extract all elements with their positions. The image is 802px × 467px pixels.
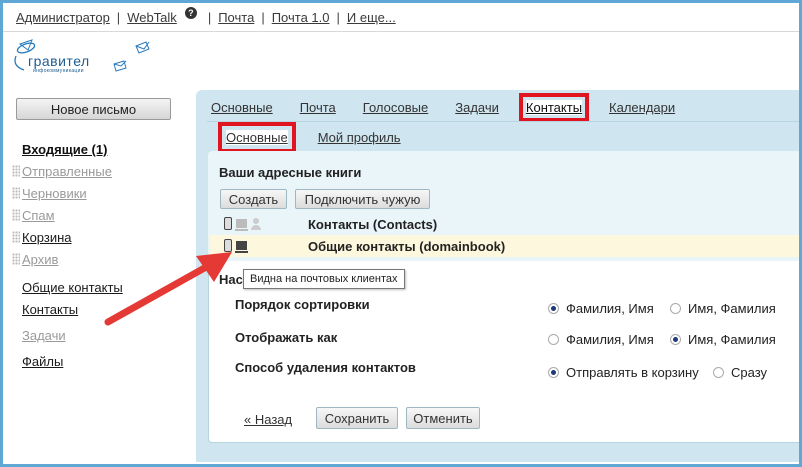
side-links: Общие контакты Контакты Задачи Файлы	[22, 280, 123, 376]
radio-label: Отправлять в корзину	[566, 365, 699, 380]
person-icon[interactable]	[251, 217, 261, 230]
tab-divider	[207, 121, 802, 122]
book-visibility-icons	[224, 239, 251, 253]
tab-general[interactable]: Основные	[211, 100, 273, 115]
book-visibility-icons	[224, 217, 261, 231]
folder-list: Входящие (1) Отправленные Черновики Спам…	[12, 138, 112, 270]
top-divider	[0, 31, 802, 32]
settings-title: Нас	[219, 272, 243, 287]
radio-label: Сразу	[731, 365, 768, 380]
side-link-shared-contacts[interactable]: Общие контакты	[22, 280, 123, 302]
phone-icon[interactable]	[224, 217, 232, 230]
tab-voice[interactable]: Голосовые	[363, 100, 428, 115]
folder-drafts[interactable]: Черновики	[12, 182, 112, 204]
computer-icon[interactable]	[235, 241, 248, 253]
separator: |	[116, 10, 121, 25]
subtab-my-profile[interactable]: Мой профиль	[318, 130, 401, 145]
drag-handle-icon[interactable]	[12, 253, 20, 265]
sort-lastname-first-radio[interactable]: Фамилия, Имя	[548, 301, 654, 316]
top-navigation: Администратор | WebTalk ? | Почта | Почт…	[16, 6, 396, 25]
drag-handle-icon[interactable]	[12, 187, 20, 199]
radio-label: Фамилия, Имя	[566, 332, 654, 347]
delete-method-label: Способ удаления контактов	[235, 360, 416, 375]
folder-label[interactable]: Черновики	[22, 186, 87, 201]
radio-label: Имя, Фамилия	[688, 301, 776, 316]
phone-icon[interactable]	[224, 239, 232, 252]
sort-order-label: Порядок сортировки	[235, 297, 370, 312]
side-link-tasks[interactable]: Задачи	[22, 328, 123, 350]
drag-handle-icon[interactable]	[12, 231, 20, 243]
address-books-title: Ваши адресные книги	[219, 165, 362, 180]
separator: |	[336, 10, 340, 25]
side-link-contacts[interactable]: Контакты	[22, 302, 123, 324]
logo-tagline: инфокоммуникации	[33, 68, 84, 74]
address-book-row[interactable]: Общие контакты (domainbook)	[210, 235, 800, 257]
address-book-row[interactable]: Контакты (Contacts)	[210, 213, 800, 235]
display-firstname-first-radio[interactable]: Имя, Фамилия	[670, 332, 776, 347]
main-tabs: Основные Почта Голосовые Задачи Контакты…	[211, 93, 702, 122]
folder-sent[interactable]: Отправленные	[12, 160, 112, 182]
connect-book-button[interactable]: Подключить чужую	[295, 189, 430, 209]
delete-to-trash-radio[interactable]: Отправлять в корзину	[548, 365, 699, 380]
radio-label: Фамилия, Имя	[566, 301, 654, 316]
mail-link[interactable]: Почта	[218, 10, 254, 25]
back-link[interactable]: « Назад	[244, 412, 292, 427]
display-lastname-first-radio[interactable]: Фамилия, Имя	[548, 332, 654, 347]
subtab-general[interactable]: Основные	[218, 122, 296, 153]
tab-mail[interactable]: Почта	[300, 100, 336, 115]
folder-label[interactable]: Архив	[22, 252, 58, 267]
separator: |	[207, 10, 212, 25]
drag-handle-icon[interactable]	[12, 165, 20, 177]
folder-archive[interactable]: Архив	[12, 248, 112, 270]
folder-inbox[interactable]: Входящие (1)	[12, 138, 112, 160]
help-icon[interactable]: ?	[184, 6, 197, 19]
display-as-label: Отображать как	[235, 330, 338, 345]
new-mail-button[interactable]: Новое письмо	[16, 98, 171, 120]
book-name: Контакты (Contacts)	[308, 216, 438, 232]
cancel-button[interactable]: Отменить	[406, 407, 480, 429]
side-link-files[interactable]: Файлы	[22, 354, 123, 376]
folder-spam[interactable]: Спам	[12, 204, 112, 226]
folder-label[interactable]: Корзина	[22, 230, 72, 245]
drag-handle-icon[interactable]	[12, 209, 20, 221]
separator: |	[261, 10, 265, 25]
radio-button[interactable]	[713, 367, 724, 378]
folder-label[interactable]: Входящие (1)	[22, 142, 107, 157]
radio-button[interactable]	[548, 334, 559, 345]
admin-link[interactable]: Администратор	[16, 10, 110, 25]
logo-name: гравител	[28, 53, 90, 69]
radio-button[interactable]	[548, 303, 559, 314]
more-link[interactable]: И еще...	[347, 10, 396, 25]
computer-icon[interactable]	[235, 219, 248, 231]
book-name: Общие контакты (domainbook)	[308, 238, 506, 254]
folder-label[interactable]: Спам	[22, 208, 55, 223]
save-button[interactable]: Сохранить	[316, 407, 398, 429]
radio-button[interactable]	[670, 334, 681, 345]
mail-10-link[interactable]: Почта 1.0	[272, 10, 330, 25]
folder-trash[interactable]: Корзина	[12, 226, 112, 248]
sort-firstname-first-radio[interactable]: Имя, Фамилия	[670, 301, 776, 316]
tab-tasks[interactable]: Задачи	[455, 100, 499, 115]
delete-immediately-radio[interactable]: Сразу	[713, 365, 767, 380]
tab-contacts[interactable]: Контакты	[518, 93, 590, 122]
radio-button[interactable]	[670, 303, 681, 314]
webtalk-link[interactable]: WebTalk	[127, 10, 177, 25]
folder-label[interactable]: Отправленные	[22, 164, 112, 179]
tab-calendars[interactable]: Календари	[609, 100, 675, 115]
radio-button[interactable]	[548, 367, 559, 378]
radio-label: Имя, Фамилия	[688, 332, 776, 347]
sub-tabs: Основные Мой профиль	[218, 122, 431, 153]
create-book-button[interactable]: Создать	[220, 189, 287, 209]
tooltip: Видна на почтовых клиентах	[243, 269, 405, 289]
